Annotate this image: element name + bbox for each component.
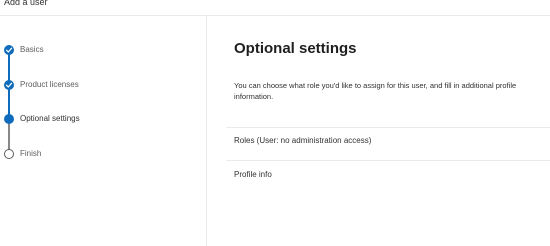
wizard-stepper: Basics Product licenses Optional setting… xyxy=(0,16,207,246)
checkmark-icon xyxy=(4,80,14,90)
wizard-title: Add a user xyxy=(4,0,48,7)
step-label: Product licenses xyxy=(20,80,79,89)
step-label: Optional settings xyxy=(20,114,80,123)
step-optional-settings[interactable]: Optional settings xyxy=(4,114,194,126)
step-label: Basics xyxy=(20,45,44,54)
page-description: You can choose what role you'd like to a… xyxy=(234,81,517,101)
step-product-licenses[interactable]: Product licenses xyxy=(4,80,194,92)
page-title: Optional settings xyxy=(234,40,357,57)
roles-section[interactable]: Roles (User: no administration access) xyxy=(234,135,544,149)
step-finish[interactable]: Finish xyxy=(4,149,194,161)
divider xyxy=(226,127,550,128)
wizard-header: Add a user xyxy=(0,0,550,16)
main-panel: Optional settings You can choose what ro… xyxy=(207,16,550,246)
step-label: Finish xyxy=(20,149,42,158)
empty-circle-icon xyxy=(4,149,14,159)
divider xyxy=(226,160,550,161)
step-basics[interactable]: Basics xyxy=(4,45,194,57)
add-user-wizard: Add a user Basics Product licenses Optio… xyxy=(0,0,550,246)
profile-info-section[interactable]: Profile info xyxy=(234,169,544,183)
checkmark-icon xyxy=(4,45,14,55)
current-step-dot-icon xyxy=(4,114,14,124)
